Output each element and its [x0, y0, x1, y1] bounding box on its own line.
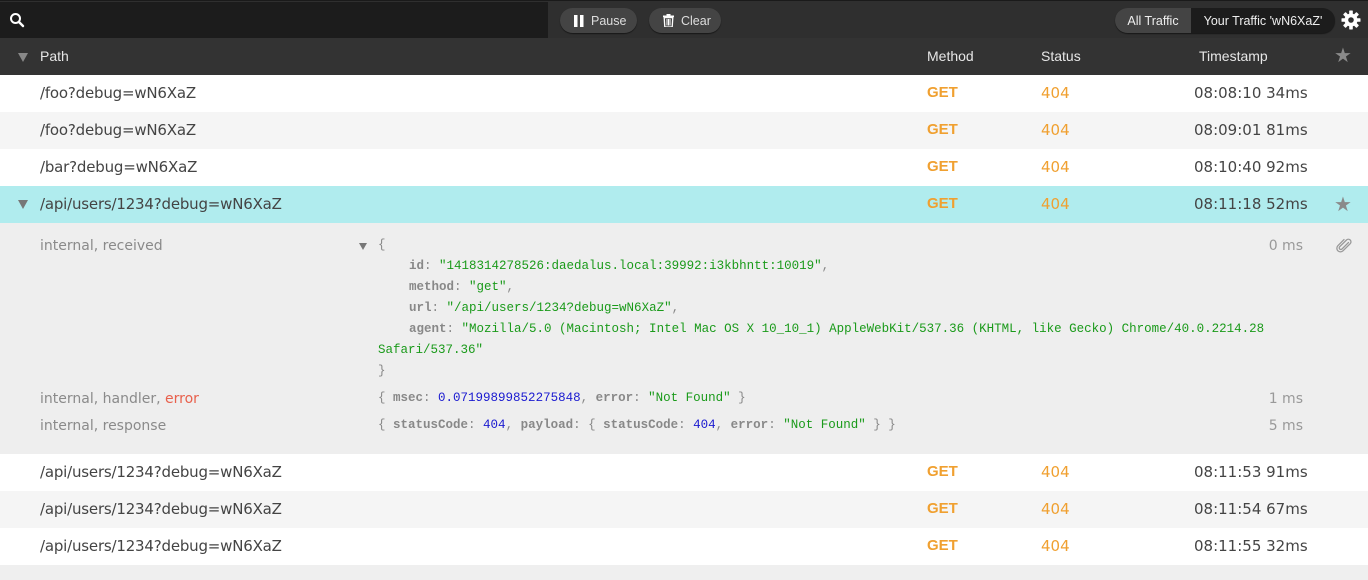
table-row[interactable]: /foo?debug=wN6XaZ GET 404 08:08:10 34ms [0, 75, 1368, 112]
row-timestamp: 08:10:40 92ms [1194, 158, 1308, 176]
row-status: 404 [1041, 84, 1070, 102]
json-value: "/api/users/1234?debug=wN6XaZ" [446, 301, 672, 315]
clear-button[interactable]: Clear [649, 8, 721, 33]
row-timestamp: 08:11:54 67ms [1194, 500, 1308, 518]
row-method: GET [927, 537, 958, 554]
event-tags-text: internal, handler, [40, 391, 165, 407]
row-method: GET [927, 121, 958, 138]
trash-icon [663, 14, 674, 27]
event-error-tag: error [165, 391, 199, 407]
row-timestamp: 08:11:18 52ms [1194, 195, 1308, 213]
event-tags: internal, response [40, 418, 167, 434]
row-method: GET [927, 84, 958, 101]
event-tags: internal, received [40, 238, 163, 254]
row-method: GET [927, 500, 958, 517]
json-key: id [409, 259, 425, 273]
search-icon[interactable] [9, 12, 25, 28]
row-timestamp: 08:09:01 81ms [1194, 121, 1308, 139]
row-timestamp: 08:11:55 32ms [1194, 537, 1308, 555]
traffic-filter-toggle: All Traffic Your Traffic 'wN6XaZ' [1115, 8, 1335, 33]
json-key: method [409, 280, 455, 294]
clear-label: Clear [681, 13, 711, 28]
row-path: /api/users/1234?debug=wN6XaZ [40, 195, 282, 213]
star-filter-icon[interactable]: ★ [1334, 46, 1352, 66]
request-list: /foo?debug=wN6XaZ GET 404 08:08:10 34ms … [0, 75, 1368, 565]
json-value: 0.07199899852275848 [438, 391, 581, 405]
json-key: agent [409, 322, 447, 336]
collapse-row-icon[interactable] [18, 200, 28, 209]
row-status: 404 [1041, 500, 1070, 518]
toolbar: Pause Clear All Traffic Your Traffic 'wN… [0, 0, 1368, 39]
row-status: 404 [1041, 158, 1070, 176]
row-method: GET [927, 463, 958, 480]
json-value: "1418314278526:daedalus.local:39992:i3kb… [439, 259, 822, 273]
json-value: "Not Found" [783, 418, 866, 432]
row-status: 404 [1041, 537, 1070, 555]
table-row[interactable]: /api/users/1234?debug=wN6XaZ GET 404 08:… [0, 454, 1368, 491]
table-row-selected[interactable]: /api/users/1234?debug=wN6XaZ GET 404 08:… [0, 186, 1368, 223]
row-timestamp: 08:08:10 34ms [1194, 84, 1308, 102]
table-row[interactable]: /api/users/1234?debug=wN6XaZ GET 404 08:… [0, 491, 1368, 528]
row-status: 404 [1041, 121, 1070, 139]
row-path: /api/users/1234?debug=wN6XaZ [40, 463, 282, 481]
row-timestamp: 08:11:53 91ms [1194, 463, 1308, 481]
your-traffic-option[interactable]: Your Traffic 'wN6XaZ' [1191, 8, 1335, 33]
json-value: "get" [469, 280, 507, 294]
row-method: GET [927, 158, 958, 175]
paperclip-icon[interactable] [1336, 238, 1352, 254]
star-icon[interactable]: ★ [1334, 194, 1352, 214]
row-path: /bar?debug=wN6XaZ [40, 158, 198, 176]
json-value: 404 [693, 418, 716, 432]
row-status: 404 [1041, 463, 1070, 481]
row-path: /api/users/1234?debug=wN6XaZ [40, 537, 282, 555]
json-value: "Not Found" [648, 391, 731, 405]
column-header-method[interactable]: Method [927, 48, 974, 64]
pause-label: Pause [591, 13, 627, 28]
table-row[interactable]: /foo?debug=wN6XaZ GET 404 08:09:01 81ms [0, 112, 1368, 149]
json-open-brace: { [378, 238, 386, 252]
pause-icon [574, 14, 584, 27]
search-bar [0, 2, 548, 39]
row-method: GET [927, 195, 958, 212]
json-field-id: id: "1418314278526:daedalus.local:39992:… [409, 259, 830, 273]
request-details: internal, received { id: "1418314278526:… [0, 223, 1368, 454]
row-path: /foo?debug=wN6XaZ [40, 84, 196, 102]
pause-button[interactable]: Pause [560, 8, 637, 33]
column-header-path[interactable]: Path [40, 48, 69, 64]
event-time: 0 ms [1268, 238, 1303, 254]
json-key: url [409, 301, 432, 315]
table-row[interactable]: /api/users/1234?debug=wN6XaZ GET 404 08:… [0, 528, 1368, 565]
event-time: 1 ms [1268, 391, 1303, 407]
event-tags: internal, handler, error [40, 391, 199, 407]
json-close-brace: } [378, 364, 386, 378]
json-field-agent: agent: "Mozilla/5.0 (Macintosh; Intel Ma… [409, 322, 1265, 336]
collapse-all-icon[interactable] [18, 53, 28, 62]
column-header-status[interactable]: Status [1041, 48, 1081, 64]
row-path: /foo?debug=wN6XaZ [40, 121, 196, 139]
table-row[interactable]: /bar?debug=wN6XaZ GET 404 08:10:40 92ms [0, 149, 1368, 186]
json-field-url: url: "/api/users/1234?debug=wN6XaZ", [409, 301, 680, 315]
collapse-json-icon[interactable] [359, 243, 367, 250]
event-time: 5 ms [1268, 418, 1303, 434]
table-header: Path Method Status Timestamp ★ [0, 38, 1368, 75]
json-summary: { statusCode: 404, payload: { statusCode… [378, 418, 896, 432]
row-status: 404 [1041, 195, 1070, 213]
json-field-agent-continuation: Safari/537.36" [378, 343, 484, 357]
search-input[interactable] [32, 6, 540, 34]
json-value: 404 [483, 418, 506, 432]
json-summary: { msec: 0.07199899852275848, error: "Not… [378, 391, 746, 405]
column-header-timestamp[interactable]: Timestamp [1199, 48, 1268, 64]
gear-icon[interactable] [1341, 10, 1361, 30]
json-value: "Mozilla/5.0 (Macintosh; Intel Mac OS X … [461, 322, 1265, 336]
all-traffic-option[interactable]: All Traffic [1115, 8, 1191, 33]
row-path: /api/users/1234?debug=wN6XaZ [40, 500, 282, 518]
json-field-method: method: "get", [409, 280, 515, 294]
